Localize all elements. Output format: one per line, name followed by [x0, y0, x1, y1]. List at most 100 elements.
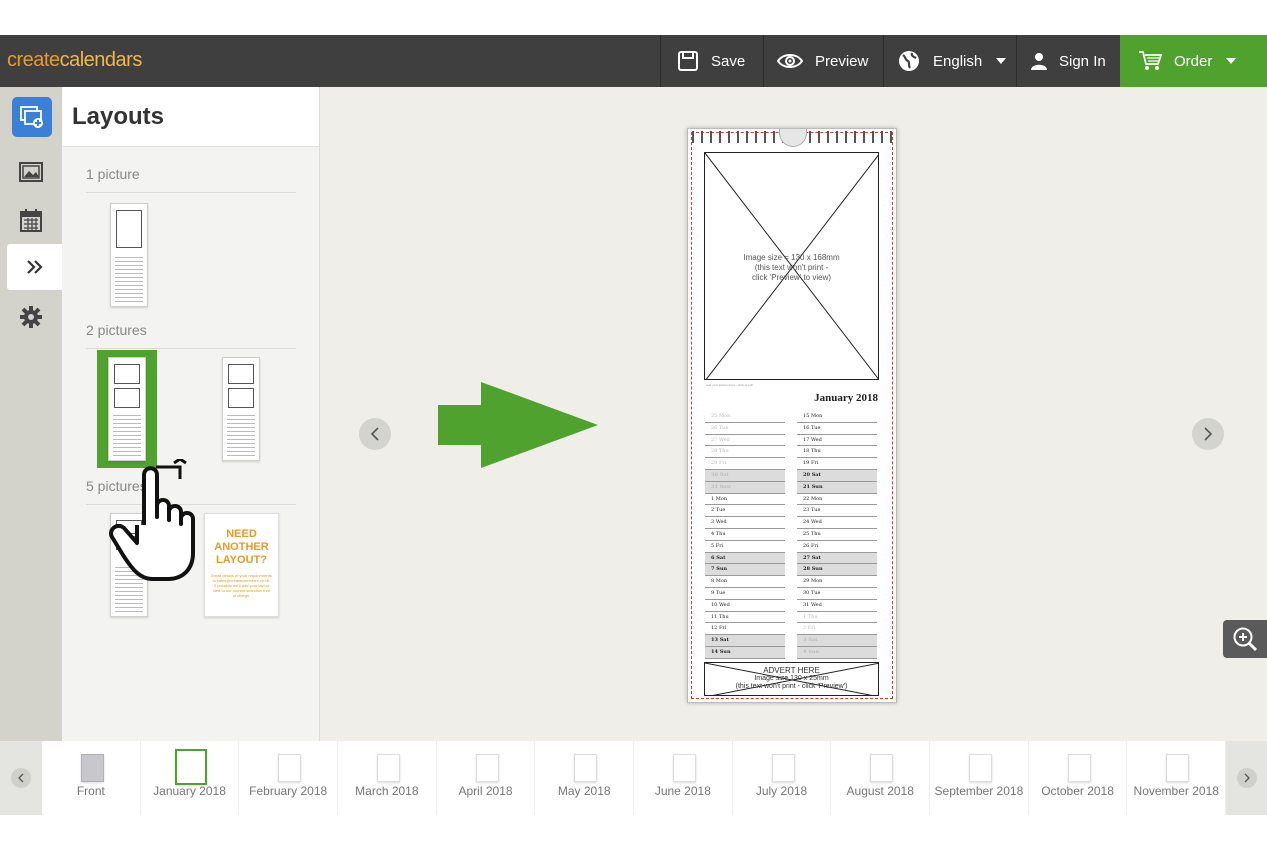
picture-placeholder [114, 388, 140, 408]
day-row: 19 Fri [797, 458, 877, 470]
month-thumbnail[interactable]: May 2018 [535, 741, 635, 815]
globe-icon [899, 51, 919, 71]
divider [86, 192, 296, 193]
day-row: 24 Wed [797, 517, 877, 529]
divider [86, 348, 296, 349]
layout-option-2-pictures-b[interactable] [222, 357, 260, 461]
month-strip: Front January 2018 February 2018 March 2018… [0, 741, 1267, 815]
day-row: 21 Sun [797, 481, 877, 494]
day-row: 3 Sat [797, 635, 877, 647]
logo[interactable]: createcalendars [7, 49, 142, 72]
strip-next-circle [1236, 768, 1257, 788]
image-size-line: Image size = 130 x 168mm [743, 253, 840, 262]
day-row: 6 Sat [705, 552, 785, 565]
day-row: 28 Sun [797, 564, 877, 577]
strip-previous-button[interactable] [0, 741, 42, 815]
day-row: 12 Fri [705, 623, 785, 636]
calendar-tab[interactable] [0, 197, 62, 243]
day-row: 27 Sat [797, 552, 877, 565]
month-page-preview [475, 754, 499, 782]
top-bar: createcalendars Save Preview English Sig… [0, 35, 1267, 87]
month-label: January 2018 [153, 784, 226, 798]
day-row: 23 Tue [797, 505, 877, 518]
month-page-preview [969, 754, 993, 782]
save-button[interactable]: Save [660, 35, 763, 87]
photos-tab[interactable] [0, 149, 62, 195]
day-row: 4 Sun [797, 646, 877, 659]
chevron-left-icon [18, 773, 24, 783]
need-another-layout-card[interactable]: NEED ANOTHER LAYOUT? Email details of yo… [204, 513, 279, 617]
month-thumbnail[interactable]: November 2018 [1127, 741, 1227, 815]
month-thumbnail[interactable]: August 2018 [831, 741, 931, 815]
picture-placeholder [228, 388, 254, 408]
month-thumbnail[interactable]: February 2018 [239, 741, 339, 815]
settings-tab[interactable] [0, 294, 62, 340]
day-row: 2 Fri [797, 623, 877, 636]
chevron-right-icon [1204, 427, 1213, 441]
caption-text[interactable]: Add your caption here - click to edit [706, 383, 753, 387]
day-row: 10 Wed [705, 600, 785, 612]
advert-title: ADVERT HERE [763, 666, 820, 675]
day-row: 29 Fri [705, 458, 785, 470]
month-thumbnail[interactable]: April 2018 [437, 741, 536, 815]
advert-placeholder[interactable]: ADVERT HERE Image size 130 x 25mm (this … [704, 662, 879, 696]
date-rows [115, 254, 143, 302]
section-label: 1 picture [86, 166, 140, 182]
double-chevron-right-icon [26, 260, 43, 274]
day-row: 25 Mon [705, 411, 785, 423]
preview-button[interactable]: Preview [763, 35, 883, 87]
next-page-button[interactable] [1192, 418, 1224, 450]
day-row: 30 Sat [705, 469, 785, 482]
advert-size-text: Image size 130 x 25mm (this text won't p… [705, 675, 878, 691]
month-thumbnail[interactable]: June 2018 [634, 741, 733, 815]
layout-option-1-picture[interactable] [110, 203, 148, 307]
day-row: 4 Thu [705, 529, 785, 541]
day-row: 31 Sun [705, 481, 785, 494]
day-row: 31 Wed [797, 600, 877, 612]
picture-placeholder [114, 364, 140, 384]
month-thumbnail[interactable]: July 2018 [733, 741, 832, 815]
days-column-left: 25 Mon 26 Tue 27 Wed 28 Thu 29 Fri 30 Sat 31 S… [705, 411, 785, 659]
day-row: 16 Tue [797, 423, 877, 435]
date-rows [113, 412, 141, 456]
order-button[interactable]: Order [1120, 35, 1267, 87]
layout-option-2-pictures-a[interactable] [108, 357, 146, 461]
day-row: 1 Thu [797, 612, 877, 624]
pointing-hand-icon [109, 459, 195, 581]
month-thumbnail[interactable]: September 2018 [930, 741, 1029, 815]
photos-icon [19, 162, 43, 182]
month-thumbnail[interactable]: January 2018 [141, 741, 240, 815]
day-row: 14 Sun [705, 646, 785, 659]
image-placeholder[interactable]: Image size = 130 x 168mm (this text won'… [704, 152, 879, 380]
sign-in-button[interactable]: Sign In [1016, 35, 1120, 87]
user-icon [1031, 53, 1047, 70]
strip-next-button[interactable] [1226, 741, 1267, 815]
month-label: August 2018 [846, 784, 914, 798]
day-row: 13 Sat [705, 635, 785, 647]
app-window: createcalendars Save Preview English Sig… [0, 35, 1267, 815]
image-size-line: click 'Preview' to view) [751, 273, 832, 282]
zoom-button[interactable] [1223, 620, 1267, 658]
month-page-preview [1067, 754, 1091, 782]
chevron-left-icon [370, 427, 379, 441]
layouts-panel: Layouts 1 picture 2 pictures 5 pictures [62, 87, 320, 741]
image-size-line: (this text won't print - [754, 263, 829, 272]
month-thumbnail[interactable]: March 2018 [338, 741, 437, 815]
need-layout-text: Email details of your requirements to sa… [211, 573, 272, 598]
month-page-preview [278, 754, 302, 782]
day-row: 20 Sat [797, 469, 877, 482]
language-dropdown[interactable]: English [883, 35, 1016, 87]
month-thumbnail[interactable]: Front [42, 741, 141, 815]
cart-icon [1139, 51, 1162, 70]
add-photos-icon [20, 106, 43, 128]
date-rows [227, 412, 255, 456]
add-photos-button[interactable] [12, 97, 52, 137]
month-page-preview [81, 754, 104, 782]
day-row: 5 Fri [705, 541, 785, 553]
previous-page-button[interactable] [359, 418, 391, 450]
month-page-preview [574, 754, 598, 782]
month-thumbnail[interactable]: October 2018 [1029, 741, 1128, 815]
layouts-tab[interactable] [7, 244, 62, 290]
days-column-right: 15 Mon 16 Tue 17 Wed 18 Thu 19 Fri 20 Sat 21 S… [797, 411, 877, 659]
image-size-text: Image size = 130 x 168mm (this text won'… [705, 253, 878, 283]
